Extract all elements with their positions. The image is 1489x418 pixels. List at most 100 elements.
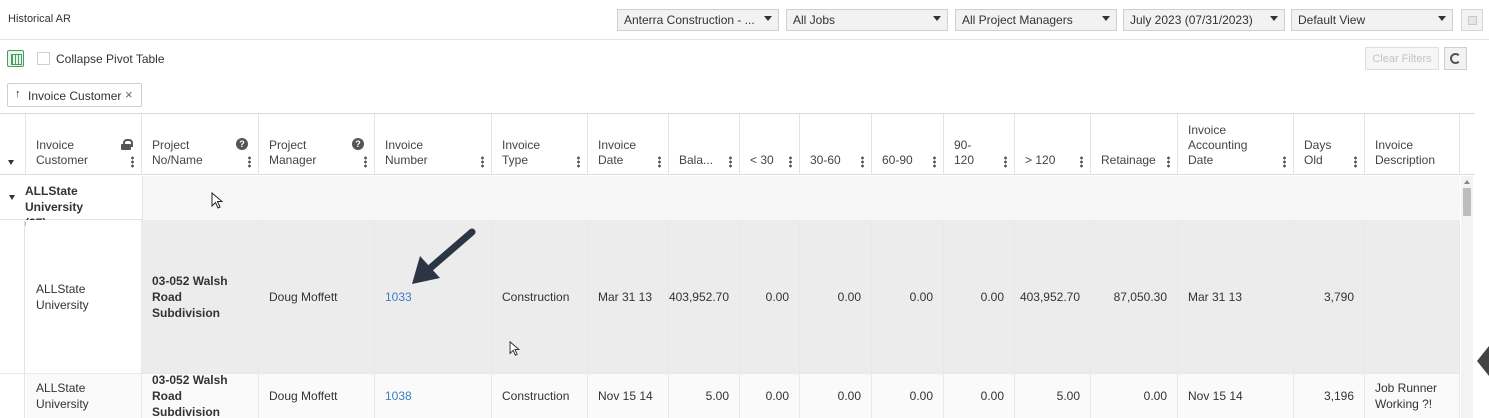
- vertical-scrollbar[interactable]: [1461, 176, 1473, 418]
- column-header-60-90[interactable]: 60-90: [872, 114, 944, 175]
- chevron-down-icon: [933, 16, 941, 21]
- column-menu-icon[interactable]: [658, 156, 661, 168]
- period-dropdown-value: July 2023 (07/31/2023): [1130, 13, 1253, 27]
- column-header-label: Invoice Accounting Date: [1188, 123, 1248, 167]
- chevron-down-icon: [1270, 16, 1278, 21]
- table-row[interactable]: ALLState University 03-052 Walsh Road Su…: [0, 220, 1460, 374]
- annotation-arrow-icon: [412, 228, 476, 284]
- column-header-accounting-date[interactable]: Invoice Accounting Date: [1178, 114, 1294, 175]
- column-header-label: Invoice Date: [598, 138, 637, 167]
- cell-manager: Doug Moffett: [259, 374, 375, 418]
- collapse-pivot-label[interactable]: Collapse Pivot Table: [56, 52, 165, 66]
- clear-filters-button[interactable]: Clear Filters: [1365, 47, 1439, 70]
- cell-90-120: 0.00: [944, 220, 1015, 373]
- cell-accounting-date: Mar 31 13: [1178, 220, 1294, 373]
- column-menu-icon[interactable]: [729, 156, 732, 168]
- cell-60-90: 0.00: [872, 374, 944, 418]
- column-header-label: Project Manager: [269, 138, 317, 167]
- column-header-label: Invoice Description: [1375, 138, 1436, 167]
- column-header-invoice-date[interactable]: Invoice Date: [588, 114, 669, 175]
- column-menu-icon[interactable]: [1283, 156, 1286, 168]
- column-header-label: Days Old: [1304, 138, 1332, 167]
- column-menu-icon[interactable]: [933, 156, 936, 168]
- managers-dropdown[interactable]: All Project Managers: [955, 9, 1117, 31]
- column-header-30-60[interactable]: 30-60: [800, 114, 872, 175]
- invoice-number-link[interactable]: 1038: [385, 388, 412, 404]
- jobs-dropdown[interactable]: All Jobs: [786, 9, 948, 31]
- view-dropdown[interactable]: Default View: [1291, 9, 1453, 31]
- cell-customer: ALLState University: [26, 220, 142, 373]
- cell-lt30: 0.00: [740, 374, 800, 418]
- table-row[interactable]: ALLState University 03-052 Walsh Road Su…: [0, 373, 1460, 418]
- column-header-label: > 120: [1025, 153, 1056, 167]
- side-panel-toggle[interactable]: [1477, 346, 1489, 376]
- cell-invoice-type: Construction: [492, 374, 588, 418]
- help-icon[interactable]: ?: [352, 138, 364, 150]
- column-menu-icon[interactable]: [481, 156, 484, 168]
- column-header-days-old[interactable]: Days Old: [1294, 114, 1365, 175]
- lock-icon: [121, 139, 133, 150]
- group-by-chip[interactable]: ↑ Invoice Customer ×: [7, 83, 142, 107]
- cell-invoice-date: Nov 15 14: [588, 374, 669, 418]
- column-menu-icon[interactable]: [364, 156, 367, 168]
- column-menu-icon[interactable]: [1080, 156, 1083, 168]
- cell-accounting-date: Nov 15 14: [1178, 374, 1294, 418]
- column-menu-icon[interactable]: [1167, 156, 1170, 168]
- jobs-dropdown-value: All Jobs: [793, 13, 836, 27]
- column-menu-icon[interactable]: [1004, 156, 1007, 168]
- column-menu-icon[interactable]: [577, 156, 580, 168]
- refresh-button[interactable]: [1444, 47, 1467, 70]
- page-title: Historical AR: [8, 13, 71, 25]
- column-header-invoice-number[interactable]: Invoice Number: [375, 114, 492, 175]
- ar-grid: Invoice Customer Project No/Name ? Proje…: [0, 113, 1475, 418]
- column-header-label: Invoice Type: [502, 138, 541, 167]
- chevron-down-icon: [1438, 16, 1446, 21]
- company-dropdown-value: Anterra Construction - ...: [624, 13, 755, 27]
- column-header-label: Retainage: [1101, 153, 1156, 167]
- column-header-invoice-type[interactable]: Invoice Type: [492, 114, 588, 175]
- column-header-invoice-customer[interactable]: Invoice Customer: [26, 114, 142, 175]
- excel-export-icon[interactable]: [7, 50, 24, 67]
- cell-60-90: 0.00: [872, 220, 944, 373]
- help-icon[interactable]: ?: [236, 138, 248, 150]
- column-header-label: < 30: [750, 153, 774, 167]
- cell-description: [1365, 220, 1460, 373]
- view-dropdown-value: Default View: [1298, 13, 1366, 27]
- refresh-icon: [1450, 53, 1461, 64]
- column-header-90-120[interactable]: 90- 120: [944, 114, 1015, 175]
- column-header-project-manager[interactable]: Project Manager ?: [259, 114, 375, 175]
- invoice-number-link[interactable]: 1033: [385, 289, 412, 305]
- column-header-project[interactable]: Project No/Name ?: [142, 114, 259, 175]
- collapse-group-icon[interactable]: [9, 195, 15, 200]
- column-header-lt30[interactable]: < 30: [740, 114, 800, 175]
- cell-days-old: 3,196: [1294, 374, 1365, 418]
- collapse-pivot-checkbox[interactable]: [37, 52, 50, 65]
- cell-project: 03-052 Walsh Road Subdivision: [142, 220, 259, 373]
- cell-days-old: 3,790: [1294, 220, 1365, 373]
- expand-column-header[interactable]: [0, 114, 26, 175]
- cell-invoice-date: Mar 31 13: [588, 220, 669, 373]
- column-header-gt120[interactable]: > 120: [1015, 114, 1091, 175]
- cell-30-60: 0.00: [800, 220, 872, 373]
- scroll-up-icon[interactable]: [1464, 180, 1470, 184]
- column-header-description[interactable]: Invoice Description: [1365, 114, 1460, 175]
- mouse-cursor-icon: [211, 192, 223, 209]
- column-menu-icon[interactable]: [861, 156, 864, 168]
- company-dropdown[interactable]: Anterra Construction - ...: [617, 9, 779, 31]
- sort-ascending-icon: ↑: [15, 88, 21, 100]
- column-menu-icon[interactable]: [248, 156, 251, 168]
- column-header-retainage[interactable]: Retainage: [1091, 114, 1178, 175]
- close-icon[interactable]: ×: [125, 87, 133, 102]
- column-menu-icon[interactable]: [1354, 156, 1357, 168]
- column-header-label: Project No/Name: [152, 138, 203, 167]
- column-menu-icon[interactable]: [789, 156, 792, 168]
- period-dropdown[interactable]: July 2023 (07/31/2023): [1123, 9, 1285, 31]
- column-header-balance[interactable]: Bala...: [669, 114, 740, 175]
- column-menu-icon[interactable]: [131, 156, 134, 168]
- chevron-down-icon: [8, 160, 14, 165]
- scroll-thumb[interactable]: [1463, 188, 1471, 216]
- column-header-label: 30-60: [810, 153, 841, 167]
- save-view-button[interactable]: [1461, 9, 1483, 31]
- cell-lt30: 0.00: [740, 220, 800, 373]
- cell-30-60: 0.00: [800, 374, 872, 418]
